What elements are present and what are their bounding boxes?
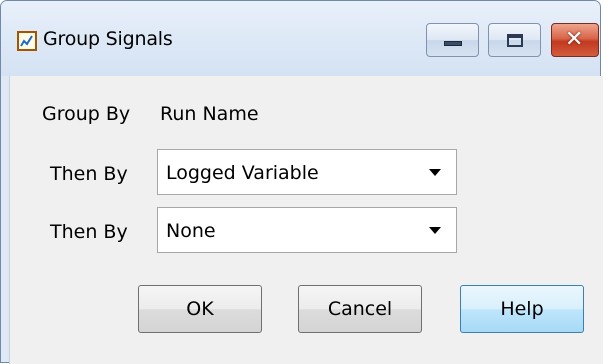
ok-button[interactable]: OK <box>138 285 262 333</box>
title-bar[interactable]: Group Signals ✕ <box>1 1 600 76</box>
then-by-1-select[interactable]: Logged Variable <box>157 149 457 195</box>
help-button[interactable]: Help <box>460 285 584 333</box>
cancel-button[interactable]: Cancel <box>298 285 422 333</box>
dialog-body: Group By Run Name Then By Logged Variabl… <box>9 76 603 364</box>
close-button[interactable]: ✕ <box>551 23 599 57</box>
maximize-icon <box>507 34 523 47</box>
then-by-2-value: None <box>166 220 216 242</box>
chevron-down-icon <box>429 227 441 234</box>
group-by-value: Run Name <box>160 103 259 125</box>
chevron-down-icon <box>429 169 441 176</box>
window-title: Group Signals <box>43 28 173 50</box>
group-signals-dialog: Group Signals ✕ Group By Run Name Then B… <box>0 0 603 364</box>
then-by-2-label: Then By <box>50 221 128 243</box>
chart-line-icon <box>17 31 37 51</box>
then-by-2-select[interactable]: None <box>157 207 457 253</box>
minimize-button[interactable] <box>426 23 479 57</box>
maximize-button[interactable] <box>488 23 541 57</box>
then-by-1-value: Logged Variable <box>166 162 319 184</box>
minimize-icon <box>444 41 462 46</box>
group-by-label: Group By <box>42 103 131 125</box>
close-icon: ✕ <box>565 27 584 52</box>
then-by-1-label: Then By <box>50 163 128 185</box>
